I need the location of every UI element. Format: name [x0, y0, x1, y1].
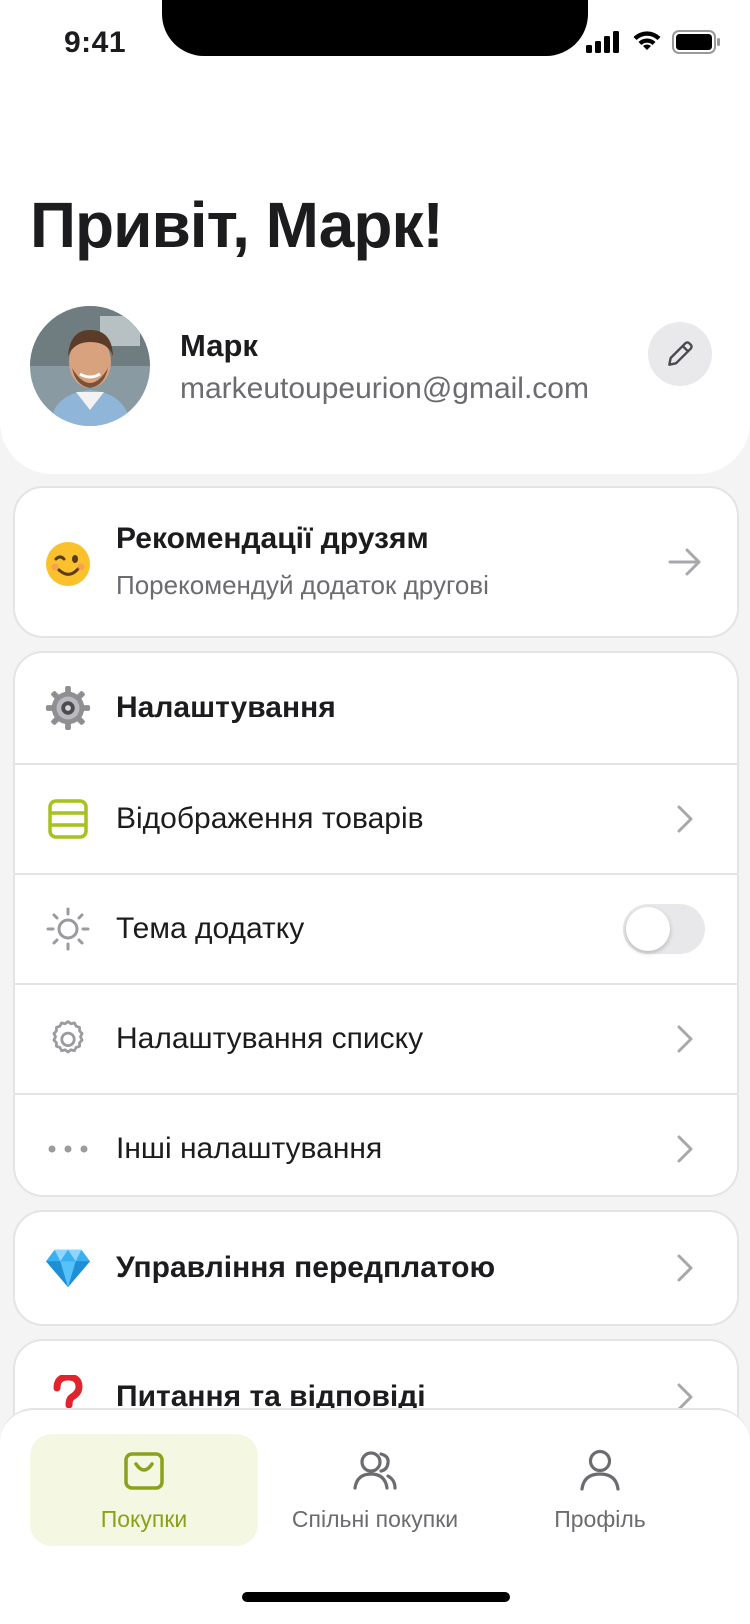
tab-purchases[interactable]: Покупки [30, 1434, 258, 1546]
tab-label: Спільні покупки [291, 1506, 459, 1532]
subscription-label: Управління передплатою [116, 1251, 496, 1284]
profile-email: markeutoupeurion@gmail.com [180, 372, 589, 405]
winking-face-icon [45, 541, 91, 587]
edit-profile-button[interactable] [648, 322, 712, 386]
tab-label: Профіль [554, 1506, 646, 1532]
layout-rows-icon [45, 796, 91, 842]
settings-item-label: Тема додатку [116, 912, 305, 945]
tab-profile[interactable]: Профіль [486, 1434, 714, 1546]
sun-icon [45, 906, 91, 952]
toggle-knob [626, 907, 670, 951]
settings-item-other[interactable]: Інші налаштування [15, 1093, 737, 1195]
settings-header-row: Налаштування [15, 653, 737, 763]
device-notch [162, 0, 588, 56]
settings-gear-icon [45, 685, 91, 731]
gear-icon [45, 1016, 91, 1062]
users-icon [353, 1451, 397, 1490]
recommend-subtitle: Порекомендуй додаток другові [116, 570, 489, 600]
chevron-right-icon [677, 1135, 693, 1163]
shopping-bag-icon [124, 1452, 164, 1490]
tab-shared-purchases[interactable]: Спільні покупки [261, 1434, 489, 1546]
user-icon [580, 1449, 620, 1491]
page-title: Привіт, Марк! [30, 189, 444, 261]
chevron-right-icon [677, 1025, 693, 1053]
profile-header: 9:41 Привіт, Марк! Марк markeutoupeurion… [0, 0, 750, 474]
status-time: 9:41 [64, 26, 127, 59]
settings-card: Налаштування Відображення товарів Тема д… [13, 651, 739, 1197]
chevron-right-icon [677, 1254, 693, 1282]
profile-name: Марк [180, 328, 258, 363]
gem-icon [45, 1245, 91, 1291]
subscription-row[interactable]: Управління передплатою [15, 1212, 737, 1324]
home-indicator [242, 1592, 510, 1602]
wifi-icon [633, 31, 661, 50]
avatar [30, 306, 150, 426]
recommend-title: Рекомендації друзям [116, 522, 429, 555]
cellular-signal-icon [586, 31, 619, 53]
settings-item-label: Налаштування списку [116, 1022, 424, 1055]
pencil-icon [668, 341, 693, 366]
arrow-right-icon [668, 548, 701, 576]
settings-item-list-settings[interactable]: Налаштування списку [15, 983, 737, 1093]
settings-item-label: Інші налаштування [116, 1132, 383, 1165]
subscription-card[interactable]: Управління передплатою [13, 1210, 739, 1326]
more-dots-icon [45, 1126, 91, 1172]
settings-item-label: Відображення товарів [116, 802, 424, 835]
settings-item-products-view[interactable]: Відображення товарів [15, 763, 737, 873]
chevron-right-icon [677, 1383, 693, 1411]
tab-label: Покупки [100, 1506, 188, 1532]
settings-title: Налаштування [116, 691, 336, 724]
recommend-card[interactable]: Рекомендації друзям Порекомендуй додаток… [13, 486, 739, 638]
settings-item-theme: Тема додатку [15, 873, 737, 983]
status-icons [586, 30, 720, 54]
battery-icon [672, 30, 720, 54]
chevron-right-icon [677, 805, 693, 833]
theme-toggle[interactable] [623, 904, 705, 954]
